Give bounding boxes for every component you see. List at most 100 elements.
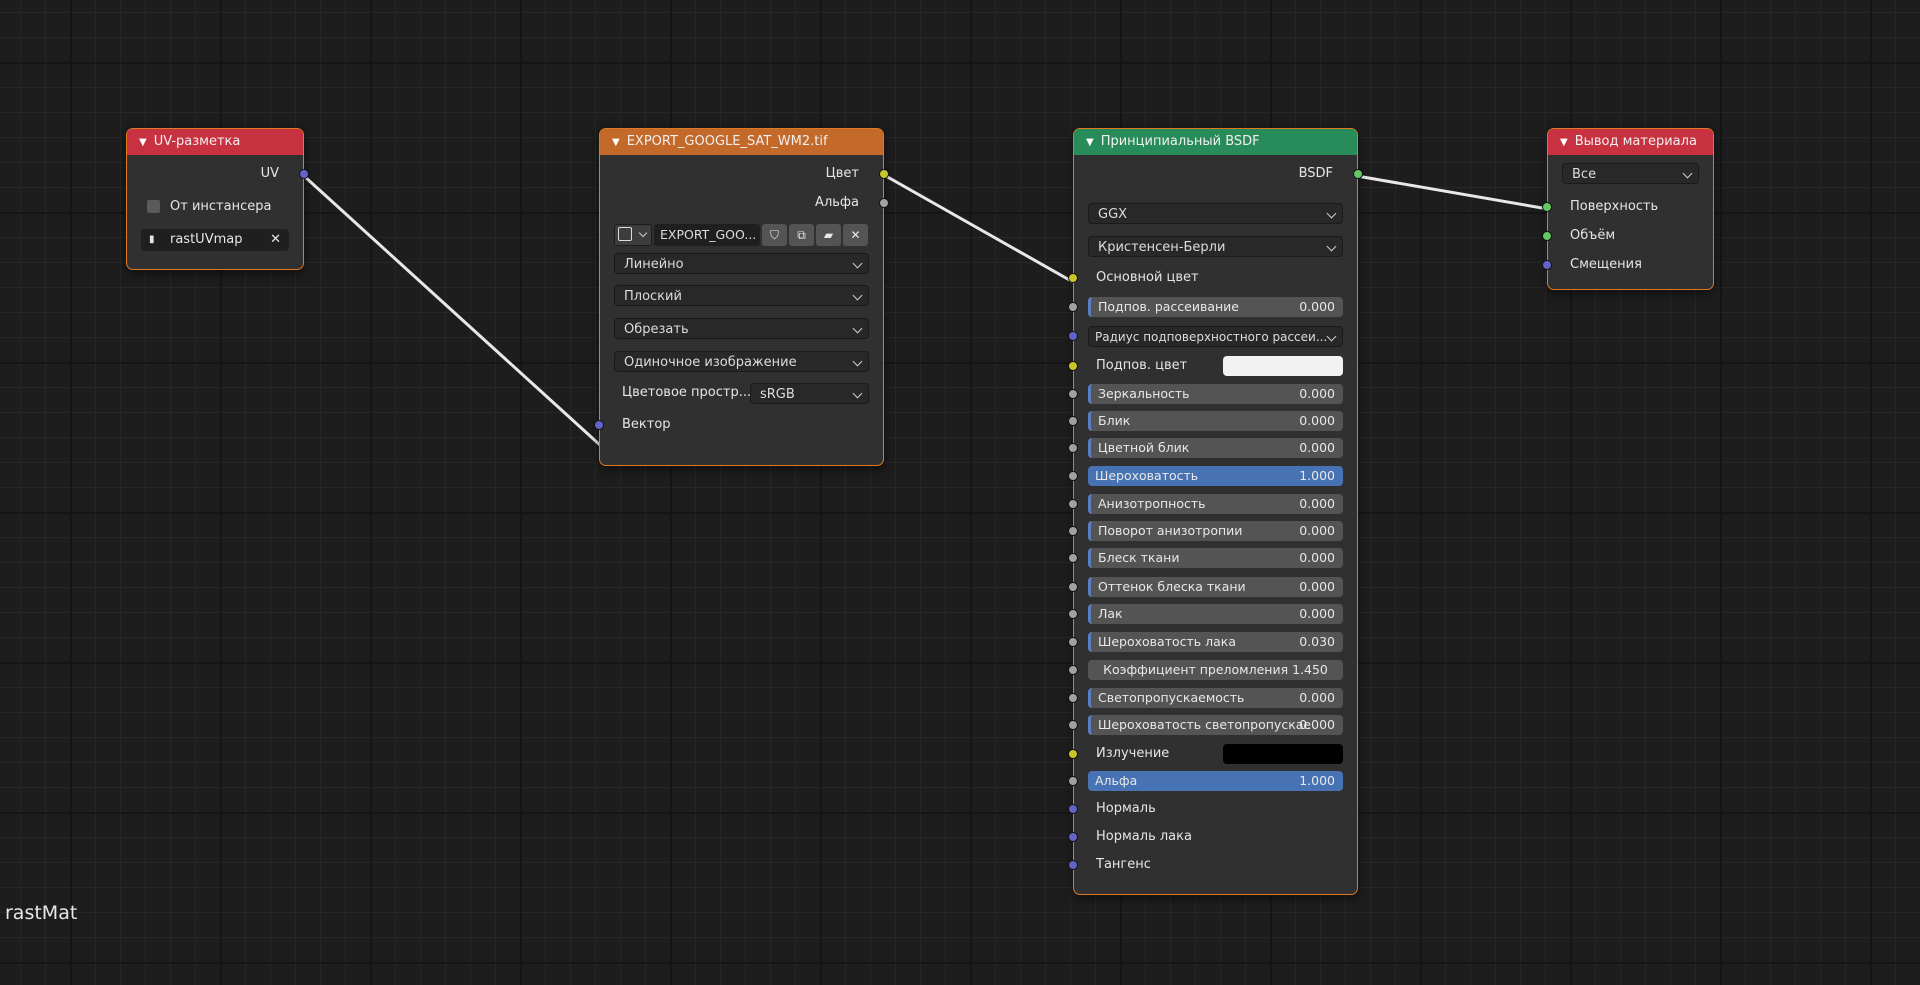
roughness-row[interactable]: Шероховатость 1.000: [1068, 464, 1357, 488]
subsurface-method-dropdown[interactable]: Кристенсен-Берли: [1088, 236, 1343, 257]
material-output-node[interactable]: ▼ Вывод материала Все Поверхность Объём С…: [1542, 128, 1714, 290]
duplicate-image-icon[interactable]: ⧉: [789, 224, 814, 246]
clearcoat-slider[interactable]: Лак 0.000: [1088, 604, 1343, 624]
anisotropic-rotation-value: 0.000: [1299, 523, 1335, 538]
transmission-socket[interactable]: [1068, 693, 1078, 703]
clearcoat-row[interactable]: Лак 0.000: [1068, 602, 1357, 626]
image-browse-button[interactable]: [614, 224, 652, 246]
sheen-tint-slider[interactable]: Оттенок блеска ткани 0.000: [1088, 577, 1343, 597]
ior-field[interactable]: Коэффициент преломления 1.450: [1088, 660, 1343, 680]
from-instancer-row[interactable]: От инстансера: [127, 195, 303, 219]
uv-map-node[interactable]: ▼ UV-разметка UV От инстансера ▮ rastUVma…: [126, 128, 309, 270]
roughness-socket[interactable]: [1068, 471, 1078, 481]
anisotropic-slider[interactable]: Анизотропность 0.000: [1088, 494, 1343, 514]
volume-socket[interactable]: [1542, 231, 1552, 241]
specular-socket[interactable]: [1068, 416, 1078, 426]
vector-input-socket[interactable]: [594, 420, 604, 430]
displacement-socket[interactable]: [1542, 260, 1552, 270]
base-color-socket[interactable]: [1068, 273, 1078, 283]
subsurface-socket[interactable]: [1068, 302, 1078, 312]
color-output-socket[interactable]: [879, 169, 889, 179]
sheen-tint-socket[interactable]: [1068, 582, 1078, 592]
subsurface-radius-socket[interactable]: [1068, 331, 1078, 341]
from-instancer-checkbox[interactable]: [147, 200, 160, 213]
transmission-roughness-slider[interactable]: Шероховатость светопропускае 0.000: [1088, 715, 1343, 735]
image-toolbar[interactable]: EXPORT_GOO... ⛉ ⧉ ▰ ✕: [614, 223, 869, 247]
specular-row[interactable]: Блик 0.000: [1068, 409, 1357, 433]
collapse-triangle-icon[interactable]: ▼: [1086, 137, 1094, 148]
anisotropic-rotation-row[interactable]: Поворот анизотропии 0.000: [1068, 519, 1357, 543]
transmission-roughness-row[interactable]: Шероховатость светопропускае 0.000: [1068, 713, 1357, 737]
subsurface-radius-row[interactable]: Радиус подповерхностного рассеи...: [1068, 324, 1357, 348]
material-output-node-header[interactable]: ▼ Вывод материала: [1548, 129, 1713, 155]
tangent-socket[interactable]: [1068, 860, 1078, 870]
metallic-slider[interactable]: Зеркальность 0.000: [1088, 384, 1343, 404]
specular-tint-row[interactable]: Цветной блик 0.000: [1068, 436, 1357, 460]
subsurface-color-socket[interactable]: [1068, 361, 1078, 371]
specular-tint-slider[interactable]: Цветной блик 0.000: [1088, 438, 1343, 458]
emission-color-swatch[interactable]: [1223, 744, 1343, 764]
sheen-row[interactable]: Блеск ткани 0.000: [1068, 546, 1357, 570]
image-selector-row[interactable]: EXPORT_GOO... ⛉ ⧉ ▰ ✕: [600, 223, 883, 247]
clearcoat-roughness-slider[interactable]: Шероховатость лака 0.030: [1088, 632, 1343, 652]
distribution-dropdown[interactable]: GGX: [1088, 203, 1343, 224]
image-name-field[interactable]: EXPORT_GOO...: [654, 224, 760, 246]
projection-dropdown[interactable]: Плоский: [614, 285, 869, 306]
ior-socket[interactable]: [1068, 665, 1078, 675]
fake-user-shield-icon[interactable]: ⛉: [762, 224, 787, 246]
clearcoat-roughness-socket[interactable]: [1068, 637, 1078, 647]
unlink-image-icon[interactable]: ✕: [843, 224, 868, 246]
metallic-socket[interactable]: [1068, 389, 1078, 399]
emission-row[interactable]: Излучение: [1068, 742, 1357, 766]
uvmap-field[interactable]: ▮ rastUVmap ✕: [141, 229, 289, 251]
alpha-socket[interactable]: [1068, 776, 1078, 786]
anisotropic-row[interactable]: Анизотропность 0.000: [1068, 492, 1357, 516]
principled-bsdf-node[interactable]: ▼ Принципиальный BSDF BSDF GGX Кристенсен…: [1068, 128, 1363, 895]
bsdf-output-socket[interactable]: [1353, 169, 1363, 179]
clear-uvmap-icon[interactable]: ✕: [270, 229, 281, 251]
roughness-slider[interactable]: Шероховатость 1.000: [1088, 466, 1343, 486]
subsurface-color-swatch[interactable]: [1223, 356, 1343, 376]
sheen-slider[interactable]: Блеск ткани 0.000: [1088, 548, 1343, 568]
alpha-output-socket[interactable]: [879, 198, 889, 208]
anisotropic-rotation-socket[interactable]: [1068, 526, 1078, 536]
normal-socket[interactable]: [1068, 804, 1078, 814]
subsurface-slider[interactable]: Подпов. рассеивание 0.000: [1088, 297, 1343, 317]
subsurface-row[interactable]: Подпов. рассеивание 0.000: [1068, 295, 1357, 319]
transmission-slider[interactable]: Светопропускаемость 0.000: [1088, 688, 1343, 708]
source-dropdown[interactable]: Одиночное изображение: [614, 351, 869, 372]
specular-tint-socket[interactable]: [1068, 443, 1078, 453]
colorspace-dropdown[interactable]: sRGB: [750, 383, 869, 404]
uvmap-field-row[interactable]: ▮ rastUVmap ✕: [127, 228, 303, 252]
collapse-triangle-icon[interactable]: ▼: [139, 137, 147, 148]
collapse-triangle-icon[interactable]: ▼: [1560, 137, 1568, 148]
uv-map-node-header[interactable]: ▼ UV-разметка: [127, 129, 303, 155]
transmission-roughness-socket[interactable]: [1068, 720, 1078, 730]
alpha-slider[interactable]: Альфа 1.000: [1088, 771, 1343, 791]
specular-slider[interactable]: Блик 0.000: [1088, 411, 1343, 431]
uv-output-socket[interactable]: [299, 169, 309, 179]
subsurface-radius-field[interactable]: Радиус подповерхностного рассеи...: [1088, 326, 1343, 347]
open-folder-icon[interactable]: ▰: [816, 224, 841, 246]
interpolation-dropdown[interactable]: Линейно: [614, 253, 869, 274]
extension-dropdown[interactable]: Обрезать: [614, 318, 869, 339]
collapse-triangle-icon[interactable]: ▼: [612, 137, 620, 148]
output-target-dropdown[interactable]: Все: [1562, 163, 1699, 184]
transmission-row[interactable]: Светопропускаемость 0.000: [1068, 686, 1357, 710]
principled-bsdf-node-header[interactable]: ▼ Принципиальный BSDF: [1074, 129, 1357, 155]
emission-socket[interactable]: [1068, 749, 1078, 759]
sheen-socket[interactable]: [1068, 553, 1078, 563]
clearcoat-socket[interactable]: [1068, 609, 1078, 619]
alpha-row[interactable]: Альфа 1.000: [1068, 769, 1357, 793]
anisotropic-socket[interactable]: [1068, 499, 1078, 509]
anisotropic-rotation-slider[interactable]: Поворот анизотропии 0.000: [1088, 521, 1343, 541]
sheen-tint-row[interactable]: Оттенок блеска ткани 0.000: [1068, 575, 1357, 599]
clearcoat-roughness-row[interactable]: Шероховатость лака 0.030: [1068, 630, 1357, 654]
metallic-row[interactable]: Зеркальность 0.000: [1068, 382, 1357, 406]
subsurface-color-row[interactable]: Подпов. цвет: [1068, 354, 1357, 378]
image-texture-node[interactable]: ▼ EXPORT_GOOGLE_SAT_WM2.tif Цвет Альфа EX…: [594, 128, 889, 466]
image-texture-node-header[interactable]: ▼ EXPORT_GOOGLE_SAT_WM2.tif: [600, 129, 883, 155]
clearcoat-normal-socket[interactable]: [1068, 832, 1078, 842]
surface-socket[interactable]: [1542, 202, 1552, 212]
ior-row[interactable]: Коэффициент преломления 1.450: [1068, 658, 1357, 682]
